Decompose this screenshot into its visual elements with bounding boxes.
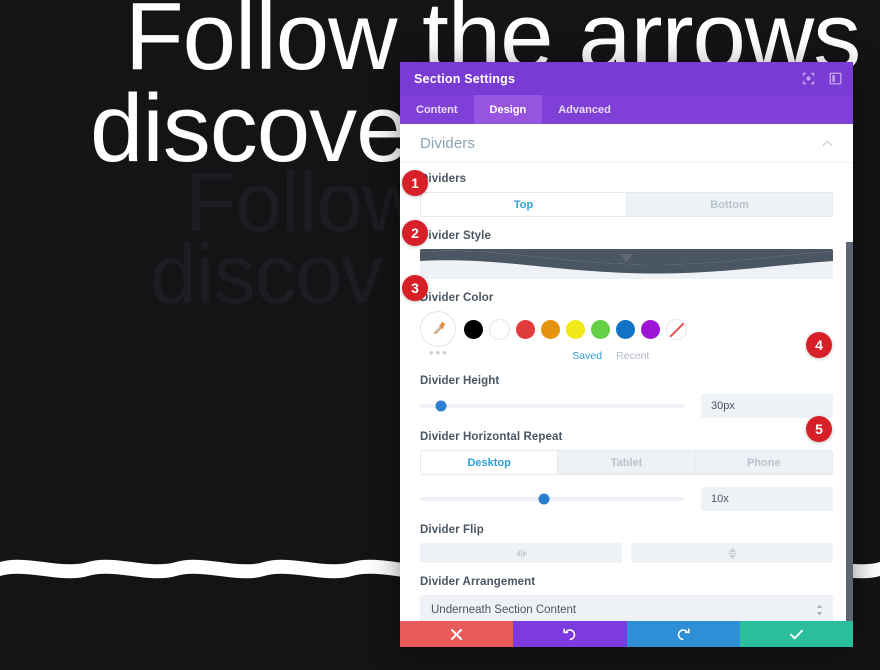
label-dividers: Dividers xyxy=(420,173,467,185)
dividers-panel: Dividers Top Bottom Divider Style Divide… xyxy=(400,163,853,621)
swatch-purple[interactable] xyxy=(641,319,660,339)
callout-badge-4: 4 xyxy=(806,332,832,358)
panel-layout-icon[interactable] xyxy=(829,72,842,85)
redo-icon xyxy=(677,628,690,640)
swatch-orange[interactable] xyxy=(541,319,560,339)
undo-icon xyxy=(563,628,576,640)
device-phone[interactable]: Phone xyxy=(694,451,832,474)
label-divider-arrangement: Divider Arrangement xyxy=(420,576,536,588)
tab-design[interactable]: Design xyxy=(473,95,543,124)
device-tablet[interactable]: Tablet xyxy=(557,451,695,474)
device-desktop[interactable]: Desktop xyxy=(421,451,558,474)
color-picker-eyedropper[interactable] xyxy=(420,311,456,347)
divider-height-value[interactable]: 30px xyxy=(701,394,833,418)
modal-body: Dividers Dividers Top Bottom Divider Sty… xyxy=(400,124,853,621)
modal-title: Section Settings xyxy=(414,71,516,86)
undo-button[interactable] xyxy=(513,621,627,647)
flip-vertical-icon xyxy=(727,547,737,559)
swatch-green[interactable] xyxy=(591,319,610,339)
color-tab-recent[interactable]: Recent xyxy=(616,350,649,362)
color-tabs: Saved Recent xyxy=(449,350,773,362)
field-divider-height: Divider Height 30px xyxy=(420,375,833,418)
label-divider-style: Divider Style xyxy=(420,230,491,242)
swatch-black[interactable] xyxy=(464,319,483,339)
modal-header: Section Settings xyxy=(400,62,853,95)
select-arrows-icon xyxy=(817,604,822,616)
divider-repeat-slider[interactable] xyxy=(420,493,684,505)
modal-scrollbar-thumb[interactable] xyxy=(846,242,853,621)
field-divider-horizontal-repeat: Divider Horizontal Repeat Desktop Tablet… xyxy=(420,431,833,511)
modal-action-bar xyxy=(400,621,853,647)
field-divider-color: Divider Color ••• Saved Recent xyxy=(420,292,833,362)
label-divider-flip: Divider Flip xyxy=(420,524,484,536)
color-more-options[interactable]: ••• xyxy=(429,346,449,359)
callout-badge-2: 2 xyxy=(402,220,428,246)
callout-badge-5: 5 xyxy=(806,416,832,442)
color-tab-saved[interactable]: Saved xyxy=(572,350,602,362)
swatch-none[interactable] xyxy=(666,318,687,340)
modal-tabs: Content Design Advanced xyxy=(400,95,853,124)
divider-height-row: 30px xyxy=(420,394,833,418)
expand-icon[interactable] xyxy=(802,72,815,85)
field-divider-flip: Divider Flip xyxy=(420,524,833,563)
check-icon xyxy=(789,629,803,639)
label-divider-color: Divider Color xyxy=(420,292,494,304)
divider-height-slider-handle[interactable] xyxy=(435,400,447,412)
save-button[interactable] xyxy=(739,621,853,647)
cancel-button[interactable] xyxy=(400,621,514,647)
field-dividers-toggle: Dividers Top Bottom xyxy=(420,173,833,217)
section-title-dividers: Dividers xyxy=(420,134,475,152)
divider-repeat-value[interactable]: 10x xyxy=(701,487,833,511)
flip-vertical-button[interactable] xyxy=(631,543,833,563)
section-settings-modal: Section Settings Content Design Advanced xyxy=(400,62,853,647)
label-divider-horizontal-repeat: Divider Horizontal Repeat xyxy=(420,431,563,443)
dividers-toggle-group: Top Bottom xyxy=(420,192,833,217)
divider-style-select[interactable] xyxy=(420,249,833,279)
divider-flip-group xyxy=(420,543,833,563)
swatch-yellow[interactable] xyxy=(566,319,585,339)
select-arrows-icon xyxy=(620,254,633,263)
callout-badge-3: 3 xyxy=(402,275,428,301)
divider-arrangement-value: Underneath Section Content xyxy=(431,604,577,616)
redo-button[interactable] xyxy=(626,621,740,647)
divider-repeat-row: 10x xyxy=(420,487,833,511)
callout-badge-1: 1 xyxy=(402,170,428,196)
device-toggle-group: Desktop Tablet Phone xyxy=(420,450,833,475)
divider-repeat-slider-handle[interactable] xyxy=(538,493,550,505)
swatch-red[interactable] xyxy=(516,319,535,339)
divider-height-slider[interactable] xyxy=(420,400,684,412)
dividers-toggle-top[interactable]: Top xyxy=(421,193,626,216)
field-divider-style: Divider Style xyxy=(420,230,833,279)
modal-header-actions xyxy=(802,62,842,95)
chevron-up-icon xyxy=(822,140,833,146)
divider-arrangement-select[interactable]: Underneath Section Content xyxy=(420,595,833,621)
tab-content[interactable]: Content xyxy=(400,95,474,124)
flip-horizontal-icon xyxy=(515,548,527,558)
eyedropper-icon xyxy=(433,321,445,334)
dividers-toggle-bottom[interactable]: Bottom xyxy=(626,193,832,216)
color-swatch-row xyxy=(420,311,833,347)
flip-horizontal-button[interactable] xyxy=(420,543,622,563)
field-divider-arrangement: Divider Arrangement Underneath Section C… xyxy=(420,576,833,621)
swatch-white[interactable] xyxy=(489,318,510,340)
section-header-dividers[interactable]: Dividers xyxy=(400,124,853,163)
tab-advanced[interactable]: Advanced xyxy=(542,95,627,124)
swatch-blue[interactable] xyxy=(616,319,635,339)
label-divider-height: Divider Height xyxy=(420,375,500,387)
modal-scroll-area: Dividers Dividers Top Bottom Divider Sty… xyxy=(400,124,853,621)
close-icon xyxy=(451,628,463,640)
